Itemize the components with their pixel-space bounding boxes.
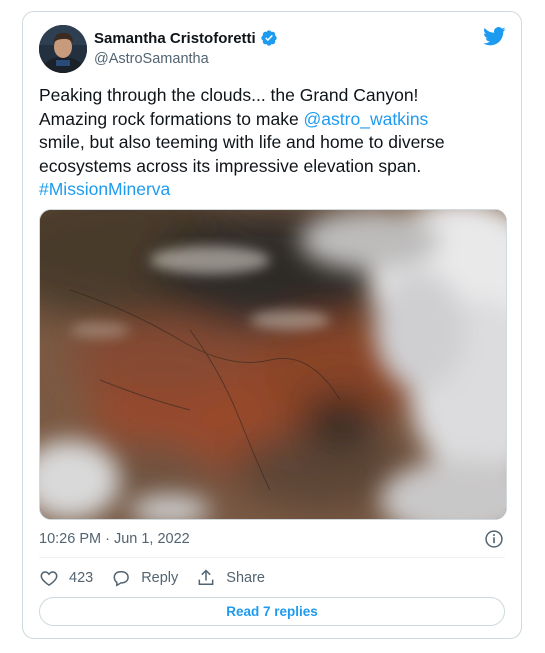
grand-canyon-satellite-photo bbox=[40, 210, 506, 519]
reply-label: Reply bbox=[141, 570, 179, 586]
like-count: 423 bbox=[69, 570, 94, 586]
read-replies-button[interactable]: Read 7 replies bbox=[39, 597, 505, 626]
tweet-text-line: smile, but also teeming with life and ho… bbox=[39, 132, 445, 152]
author-avatar[interactable] bbox=[39, 25, 87, 73]
verified-badge-icon bbox=[261, 30, 277, 46]
tweet-text-line: Peaking through the clouds... the Grand … bbox=[39, 85, 419, 105]
share-upload-icon bbox=[198, 569, 214, 585]
like-button[interactable]: 423 bbox=[39, 568, 93, 588]
reply-bubble-icon bbox=[113, 571, 130, 587]
info-icon[interactable] bbox=[484, 529, 504, 549]
astronaut-avatar-icon bbox=[39, 25, 87, 73]
hashtag-link[interactable]: #MissionMinerva bbox=[39, 179, 170, 199]
divider bbox=[39, 557, 505, 558]
tweet-text-line: Amazing rock formations to make bbox=[39, 108, 304, 129]
tweet-timestamp[interactable]: 10:26 PM · Jun 1, 2022 bbox=[39, 531, 190, 547]
heart-icon bbox=[40, 571, 58, 586]
tweet-body: Peaking through the clouds... the Grand … bbox=[39, 84, 509, 202]
twitter-bird-icon[interactable] bbox=[483, 27, 506, 46]
author-display-name[interactable]: Samantha Cristoforetti bbox=[94, 30, 256, 47]
reply-button[interactable]: Reply bbox=[111, 568, 178, 588]
tweet-media-image[interactable] bbox=[39, 209, 507, 520]
tweet-actions: 423 Reply Share bbox=[39, 568, 283, 588]
share-button[interactable]: Share bbox=[196, 568, 265, 588]
tweet-card: Samantha Cristoforetti @AstroSamantha Pe… bbox=[22, 11, 522, 639]
mention-link[interactable]: @astro_watkins bbox=[304, 109, 429, 129]
tweet-text-line: ecosystems across its impressive elevati… bbox=[39, 155, 422, 176]
author-handle[interactable]: @AstroSamantha bbox=[94, 51, 209, 67]
share-label: Share bbox=[226, 570, 265, 586]
